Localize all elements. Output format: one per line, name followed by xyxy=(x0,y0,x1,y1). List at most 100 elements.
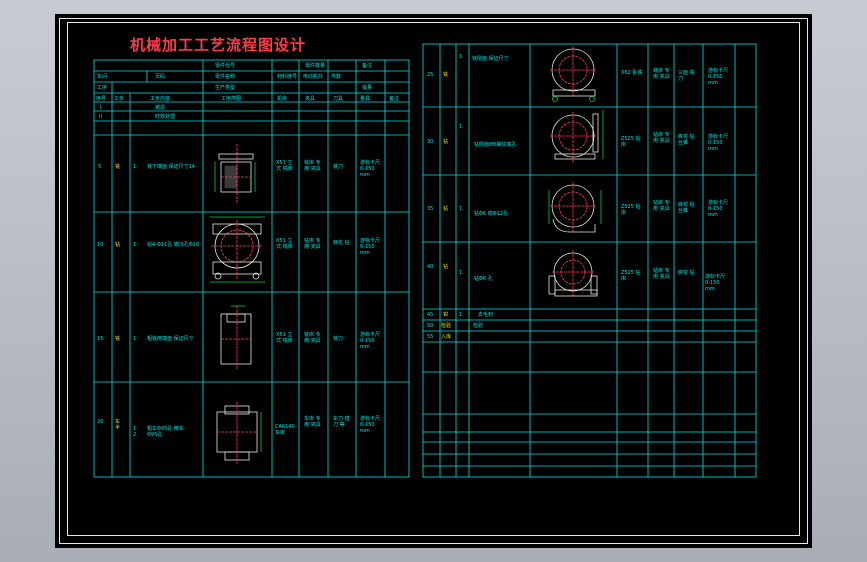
col-gauge: 量具 xyxy=(360,96,371,102)
row-5-fixture: 铣床 专用 夹具 xyxy=(304,160,321,172)
row-15-gauge: 游标卡尺 0-150 mm xyxy=(360,332,381,350)
row-10-machine: X51 立式 铣床 xyxy=(276,238,293,250)
row-10-content: 钻4-Φ11孔 锪沉孔Φ20 xyxy=(147,242,200,248)
row-i-content: 铸造 xyxy=(155,105,166,111)
row-20-content: 粗车Φ95孔 精车Φ95孔 xyxy=(147,426,184,438)
r-row-40-tool: 麻花 钻 xyxy=(678,270,695,276)
row-10-step: 1. xyxy=(133,242,138,248)
part-code-label: 零件代号 xyxy=(215,63,236,69)
sheet-label: 页码 xyxy=(155,74,166,80)
r-row-35-no: 35 xyxy=(427,206,434,212)
row-20-gauge: 游标卡尺 0-150 mm xyxy=(360,416,381,434)
r-row-25-content: 铣侧面 保证尺寸 xyxy=(472,56,509,62)
r-row-25-no: 25 xyxy=(427,72,434,78)
row-10-gauge: 游标卡尺 0-150 mm xyxy=(360,238,381,256)
col-content: 工步内容 xyxy=(150,96,171,102)
col-remark: 备注 xyxy=(389,96,400,102)
r-row-35-machine: Z525 钻床 xyxy=(621,204,641,216)
row-10-tool: 麻花 钻 xyxy=(333,240,350,246)
row-15-tool: 铣刀 xyxy=(333,336,344,342)
r-row-35-op: 钻 xyxy=(443,206,449,212)
table-grid xyxy=(93,43,757,478)
r-row-30-step: 1. xyxy=(459,124,464,130)
r-row-40-machine: Z525 钻床 xyxy=(621,270,641,282)
row-i-no: I xyxy=(100,105,102,111)
r-row-35-step: 1. xyxy=(459,206,464,212)
r-row-50-content: 检验 xyxy=(473,323,484,329)
r-row-40-gauge: 游标卡尺 0-150 mm xyxy=(705,274,726,292)
col-tool: 刀具 xyxy=(333,96,344,102)
part-quantity-label: 零件数量 xyxy=(305,63,326,69)
sketch-op40 xyxy=(548,250,598,297)
r-row-40-content: 钻Φ6 孔 xyxy=(474,276,493,282)
row-20-fixture: 车床 专用 夹具 xyxy=(304,416,321,428)
qty-value: 备注 xyxy=(362,63,373,69)
r-row-45-no: 45 xyxy=(427,312,434,318)
col-step: 工步 xyxy=(114,96,125,102)
r-row-25-op: 铣 xyxy=(443,72,449,78)
r-row-45-op: 钳 xyxy=(443,312,449,318)
row-ii-no: II xyxy=(99,114,102,120)
row-20-machine: CA6140 车床 xyxy=(275,424,295,436)
r-row-30-gauge: 游标卡尺 0-150 mm xyxy=(708,134,729,152)
header-row-workshop: 车间 xyxy=(97,74,108,80)
col-sketch: 工序简图 xyxy=(221,96,242,102)
r-row-40-no: 40 xyxy=(427,264,434,270)
material-label: 材料牌号 xyxy=(277,74,298,80)
row-10-fixture: 钻床 专用 夹具 xyxy=(304,238,321,250)
row-5-content: 铣下端面 保证尺寸14 xyxy=(147,164,195,170)
row-5-gauge: 游标卡尺 0-150 mm xyxy=(360,160,381,178)
r-row-25-tool: 三面 铣刀 xyxy=(678,70,695,82)
r-row-30-tool: 麻花 钻 丝锥 xyxy=(678,134,695,146)
batch-label: 批量 xyxy=(362,85,373,91)
r-row-40-fixture: 钻床 专用 夹具 xyxy=(653,268,670,280)
row-15-no: 15 xyxy=(97,336,104,342)
r-row-35-tool: 麻花 钻 丝锥 xyxy=(678,202,695,214)
row-15-content: 粗铣两端面 保证尺寸 xyxy=(147,336,194,342)
part-name-label: 零件名称 xyxy=(215,74,236,80)
quantity-label: 件数 xyxy=(331,74,342,80)
row-15-step: 1. xyxy=(133,336,138,342)
r-row-35-fixture: 钻床 专用 夹具 xyxy=(653,200,670,212)
sketch-op10 xyxy=(210,216,265,283)
row-15-fixture: 铣床 专用 夹具 xyxy=(304,332,321,344)
r-row-50-no: 50 xyxy=(427,323,434,329)
r-row-30-no: 30 xyxy=(427,139,434,145)
cad-workspace[interactable]: 机械加工工艺流程图设计 零件代号 零件数量 备注 车间 页码 零件名称 材料牌号… xyxy=(55,14,812,548)
r-row-55-op: 入库 xyxy=(441,334,452,340)
row-15-machine: X51 立式 铣床 xyxy=(276,332,293,344)
sketch-op30 xyxy=(550,110,604,164)
sketch-op15 xyxy=(220,305,252,370)
row-5-op: 铣 xyxy=(115,164,121,170)
r-row-25-gauge: 游标卡尺 0-150 mm xyxy=(708,68,729,86)
row-10-op: 钻 xyxy=(115,242,121,248)
r-row-45-step: 1. xyxy=(459,312,464,318)
r-row-25-machine: X62 卧铣 xyxy=(621,70,643,76)
r-row-30-content: 钻侧面M6螺纹底孔 xyxy=(474,142,517,148)
r-row-50-op: 检验 xyxy=(441,323,452,329)
col-no: 序号 xyxy=(96,96,107,102)
header-row-process: 工序 xyxy=(97,85,108,91)
col-fixture: 夹具 xyxy=(305,96,316,102)
production-type-label: 生产类型 xyxy=(215,85,236,91)
row-5-no: 5 xyxy=(98,164,102,170)
row-5-tool: 铣刀 xyxy=(333,164,344,170)
row-ii-content: 时效处理 xyxy=(155,114,176,120)
r-row-35-gauge: 游标卡尺 0-150 mm xyxy=(708,200,729,218)
r-row-25-fixture: 铣床 专用 夹具 xyxy=(653,68,670,80)
row-20-step: 1. 2. xyxy=(133,426,138,438)
row-20-tool: 车刀 镗刀 等 xyxy=(333,416,350,428)
row-10-no: 10 xyxy=(97,242,104,248)
r-row-30-fixture: 钻床 专用 夹具 xyxy=(653,132,670,144)
row-5-machine: X51 立式 铣床 xyxy=(276,160,293,172)
r-row-25-step: 1. xyxy=(459,54,464,60)
sketch-op5 xyxy=(214,144,256,204)
r-row-30-op: 钻 xyxy=(443,139,449,145)
row-15-op: 铣 xyxy=(115,336,121,342)
row-5-step: 1. xyxy=(133,164,138,170)
col-machine: 机床 xyxy=(277,96,288,102)
r-row-40-op: 钻 xyxy=(443,264,449,270)
r-row-35-content: 钻Φ6 锪Φ12孔 xyxy=(474,211,509,217)
sketch-op35 xyxy=(548,182,602,233)
row-20-op: 车 半 xyxy=(115,419,121,431)
